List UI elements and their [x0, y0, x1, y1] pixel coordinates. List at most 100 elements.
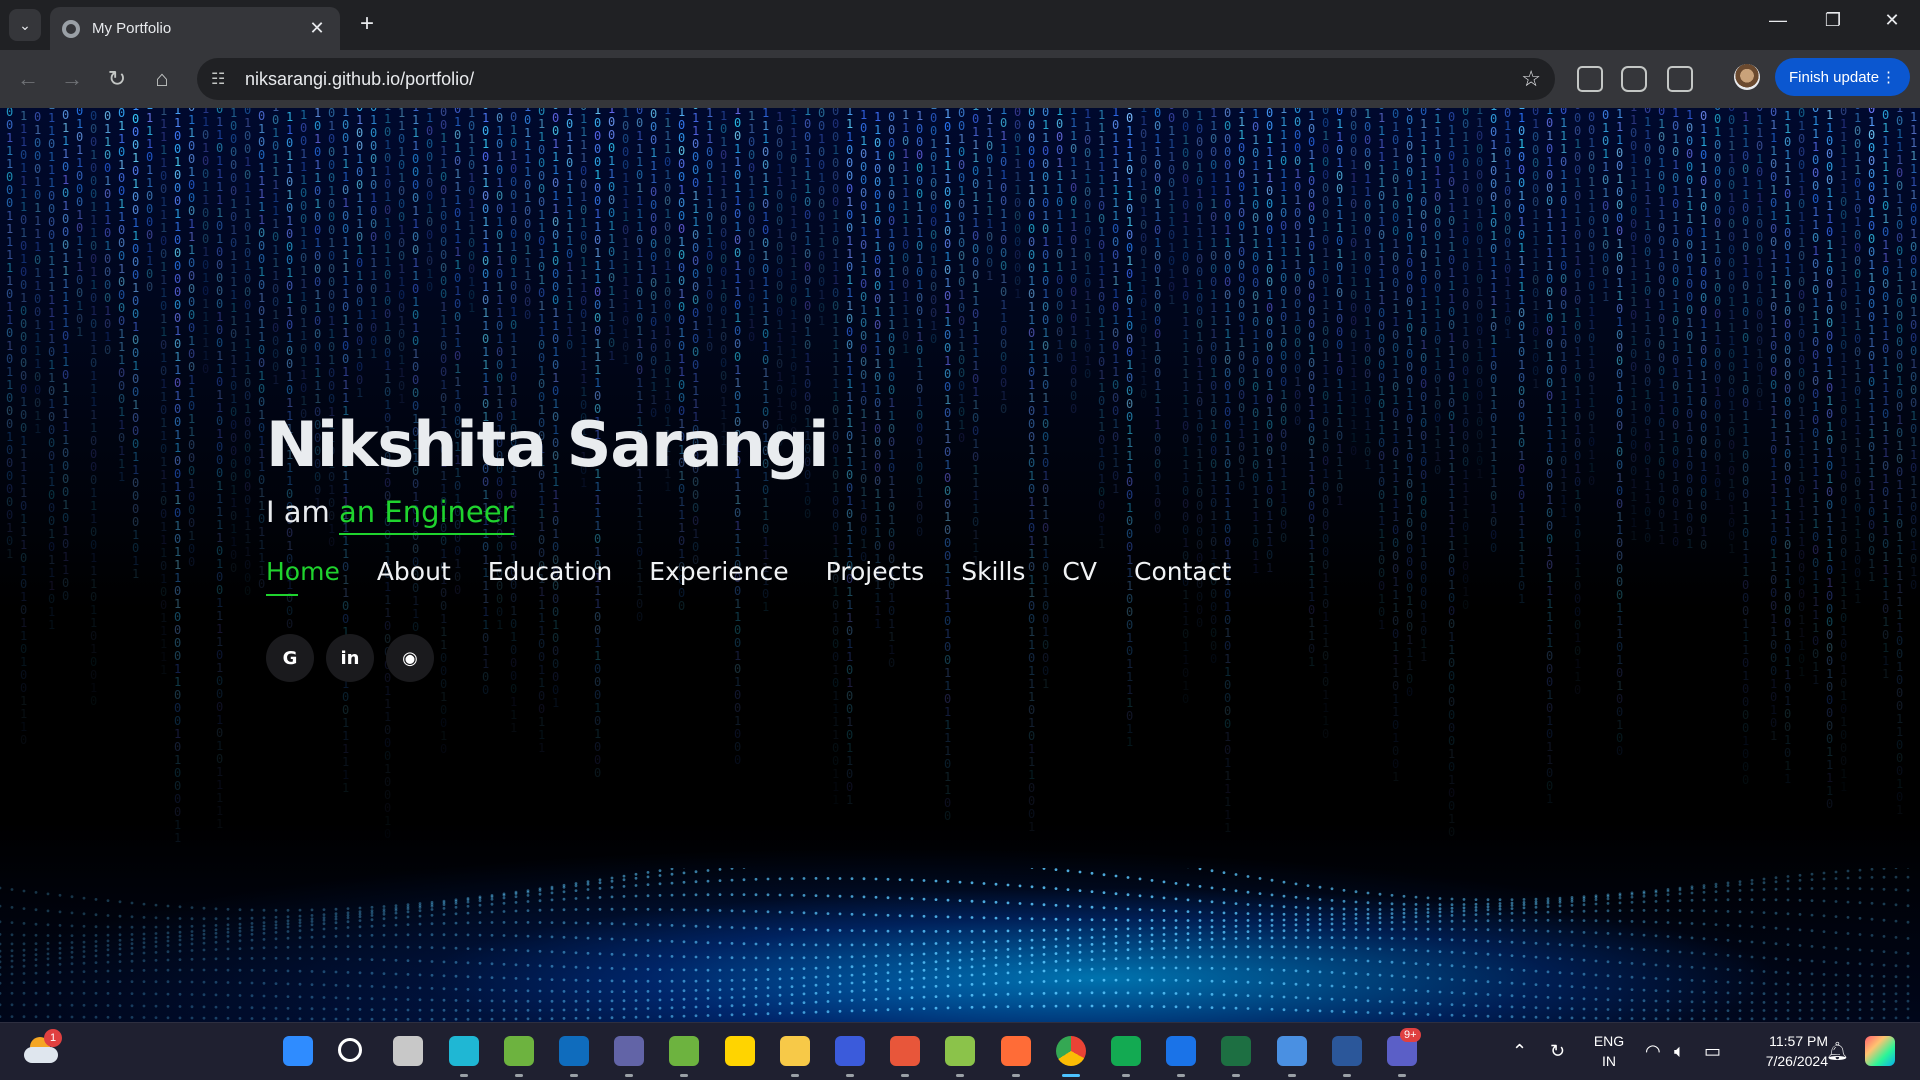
reload-button[interactable]: ↻ — [103, 65, 131, 93]
svg-text:0: 0 — [76, 273, 83, 287]
svg-text:0: 0 — [1182, 250, 1189, 264]
svg-text:0: 0 — [1462, 286, 1469, 300]
nav-contact[interactable]: Contact — [1134, 557, 1231, 592]
sticky-notes-icon[interactable] — [724, 1036, 755, 1066]
svg-text:1: 1 — [1742, 643, 1749, 657]
minimize-button[interactable]: — — [1758, 10, 1798, 31]
svg-text:0: 0 — [972, 268, 979, 282]
search-icon[interactable] — [338, 1038, 363, 1062]
volume-icon[interactable]: 🔈︎ — [1674, 1041, 1685, 1062]
svg-text:0: 0 — [1378, 566, 1385, 580]
close-window-button[interactable]: ✕ — [1872, 10, 1912, 31]
screenshot-extension-icon[interactable] — [1621, 66, 1647, 92]
github-link-button[interactable]: ◉ — [386, 634, 434, 682]
svg-text:0: 0 — [1798, 353, 1805, 367]
svg-text:1: 1 — [1112, 209, 1119, 223]
svg-text:0: 0 — [1686, 134, 1693, 148]
svg-text:1: 1 — [1826, 420, 1833, 434]
notification-bell-icon[interactable]: 🔔︎ — [1826, 1041, 1849, 1062]
svg-text:0: 0 — [706, 340, 713, 354]
linkedin-link-button[interactable]: in — [326, 634, 374, 682]
snipping-tool-icon[interactable] — [1276, 1036, 1307, 1066]
svg-text:1: 1 — [1490, 463, 1497, 477]
svg-text:1: 1 — [118, 405, 125, 419]
vpn-icon[interactable] — [835, 1036, 865, 1066]
tool-icon[interactable] — [890, 1036, 921, 1066]
extensions-puzzle-icon[interactable] — [1667, 66, 1693, 92]
forward-button[interactable]: → — [58, 65, 86, 93]
svg-text:0: 0 — [1840, 468, 1847, 482]
clock-time[interactable]: 11:57 PM — [1738, 1033, 1828, 1049]
tab-my-portfolio[interactable]: My Portfolio ✕ — [50, 7, 340, 50]
google-link-button[interactable]: G — [266, 634, 314, 682]
svg-text:0: 0 — [1168, 111, 1175, 125]
file-explorer-icon[interactable] — [779, 1036, 810, 1066]
svg-text:1: 1 — [790, 204, 797, 218]
url-text[interactable]: niksarangi.github.io/portfolio/ — [245, 69, 1521, 90]
close-tab-icon[interactable]: ✕ — [306, 18, 328, 39]
nav-education[interactable]: Education — [488, 557, 612, 592]
svg-text:1: 1 — [846, 117, 853, 131]
nav-skills[interactable]: Skills — [961, 557, 1025, 592]
nav-about[interactable]: About — [377, 557, 451, 592]
word-icon[interactable] — [1331, 1036, 1362, 1066]
svg-text:0: 0 — [1448, 149, 1455, 163]
home-button[interactable]: ⌂ — [148, 65, 176, 93]
svg-text:0: 0 — [370, 126, 377, 140]
language-indicator[interactable]: ENG — [1591, 1033, 1627, 1049]
bookmark-star-icon[interactable]: ☆ — [1521, 66, 1541, 92]
svg-text:1: 1 — [1392, 185, 1399, 199]
back-button[interactable]: ← — [14, 65, 42, 93]
edge-icon[interactable] — [448, 1036, 479, 1066]
outlook-icon[interactable] — [559, 1036, 589, 1066]
svg-text:1: 1 — [1378, 540, 1385, 554]
maps-icon[interactable] — [1166, 1036, 1197, 1066]
teams-icon[interactable] — [614, 1036, 645, 1066]
svg-text:1: 1 — [1406, 659, 1413, 673]
spring-icon[interactable] — [503, 1036, 534, 1066]
site-info-icon[interactable]: ☷ — [211, 69, 237, 89]
region-indicator[interactable]: IN — [1591, 1053, 1627, 1069]
svg-text:0: 0 — [1476, 389, 1483, 403]
new-tab-button[interactable]: + — [352, 10, 382, 38]
qr-code-icon[interactable] — [1577, 66, 1603, 92]
nav-home[interactable]: Home — [266, 557, 340, 596]
svg-text:0: 0 — [132, 502, 139, 516]
restore-button[interactable]: ❐ — [1813, 10, 1853, 31]
notepad-icon[interactable] — [945, 1036, 976, 1066]
spring-tools-icon[interactable] — [669, 1036, 700, 1066]
profile-avatar[interactable] — [1734, 64, 1760, 90]
wifi-icon[interactable]: ◠ — [1645, 1041, 1661, 1062]
postman-icon[interactable] — [1000, 1036, 1031, 1066]
tab-search-button[interactable]: ⌄ — [9, 9, 41, 41]
svg-text:0: 0 — [132, 294, 139, 308]
svg-text:0: 0 — [146, 280, 153, 294]
svg-text:0: 0 — [482, 683, 489, 697]
mongodb-icon[interactable] — [1111, 1036, 1141, 1066]
nav-projects[interactable]: Projects — [826, 557, 925, 592]
svg-text:1: 1 — [1322, 311, 1329, 325]
address-bar[interactable]: ☷ niksarangi.github.io/portfolio/ ☆ — [197, 58, 1555, 100]
nav-cv[interactable]: CV — [1062, 557, 1097, 592]
svg-text:0: 0 — [678, 157, 685, 171]
nav-experience[interactable]: Experience — [649, 557, 788, 592]
sync-icon[interactable]: ↻ — [1550, 1041, 1565, 1062]
finish-update-button[interactable]: Finish update ⋮ — [1775, 58, 1910, 96]
svg-text:0: 0 — [1280, 427, 1287, 441]
excel-icon[interactable] — [1221, 1036, 1252, 1066]
svg-text:0: 0 — [972, 112, 979, 126]
svg-text:1: 1 — [202, 310, 209, 324]
copilot-icon[interactable] — [1865, 1036, 1895, 1066]
start-windows-icon[interactable] — [283, 1036, 313, 1066]
task-view-icon[interactable] — [393, 1036, 424, 1066]
battery-icon[interactable]: ▭ — [1704, 1041, 1721, 1062]
svg-text:1: 1 — [1266, 405, 1273, 419]
svg-text:0: 0 — [328, 301, 335, 315]
weather-widget[interactable]: 1 — [24, 1029, 62, 1065]
svg-text:0: 0 — [90, 122, 97, 136]
clock-date[interactable]: 7/26/2024 — [1738, 1053, 1828, 1069]
svg-text:1: 1 — [342, 261, 349, 275]
svg-text:0: 0 — [1826, 797, 1833, 811]
show-hidden-icons-chevron[interactable]: ⌃ — [1512, 1041, 1527, 1062]
chrome-icon[interactable] — [1055, 1036, 1086, 1066]
